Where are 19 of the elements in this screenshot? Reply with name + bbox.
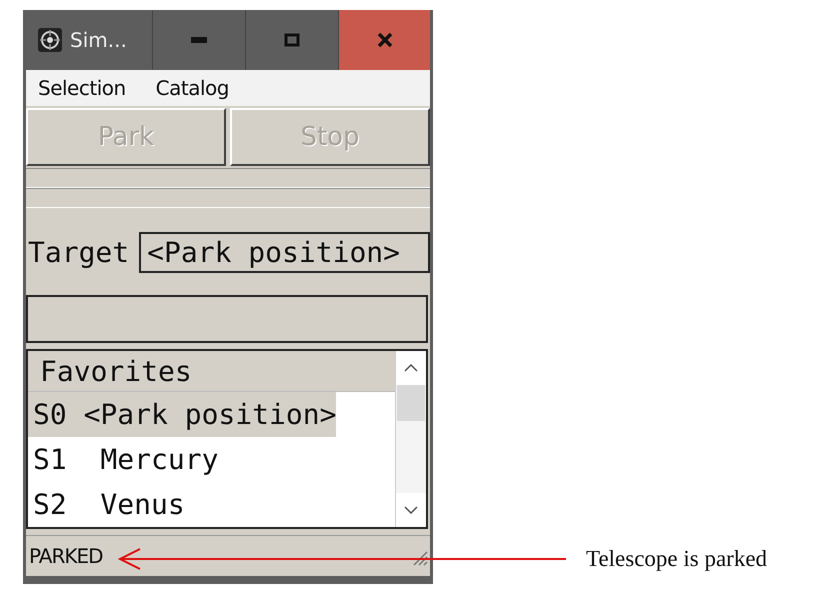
maximize-icon [284,33,300,47]
list-item[interactable]: S0 <Park position> [28,392,336,437]
scroll-up-button[interactable] [396,351,426,385]
close-icon [376,32,392,48]
target-field: <Park position> [139,232,430,273]
list-item[interactable]: S1 Mercury [28,437,218,482]
close-button[interactable] [339,10,430,70]
target-label: Target [28,236,130,269]
menu-item[interactable]: Catalog [156,76,229,100]
app-icon [38,28,62,52]
minimize-icon [191,37,207,43]
status-text: PARKED [29,544,103,568]
scroll-down-button[interactable] [396,493,426,527]
scrollbar-thumb[interactable] [397,385,425,421]
window-title: Sim... [70,28,127,52]
list-header: Favorites [28,351,395,392]
annotation-text: Telescope is parked [586,546,768,572]
list-item[interactable]: S2 Venus [28,482,185,527]
menu-item[interactable]: Selection [38,76,126,100]
